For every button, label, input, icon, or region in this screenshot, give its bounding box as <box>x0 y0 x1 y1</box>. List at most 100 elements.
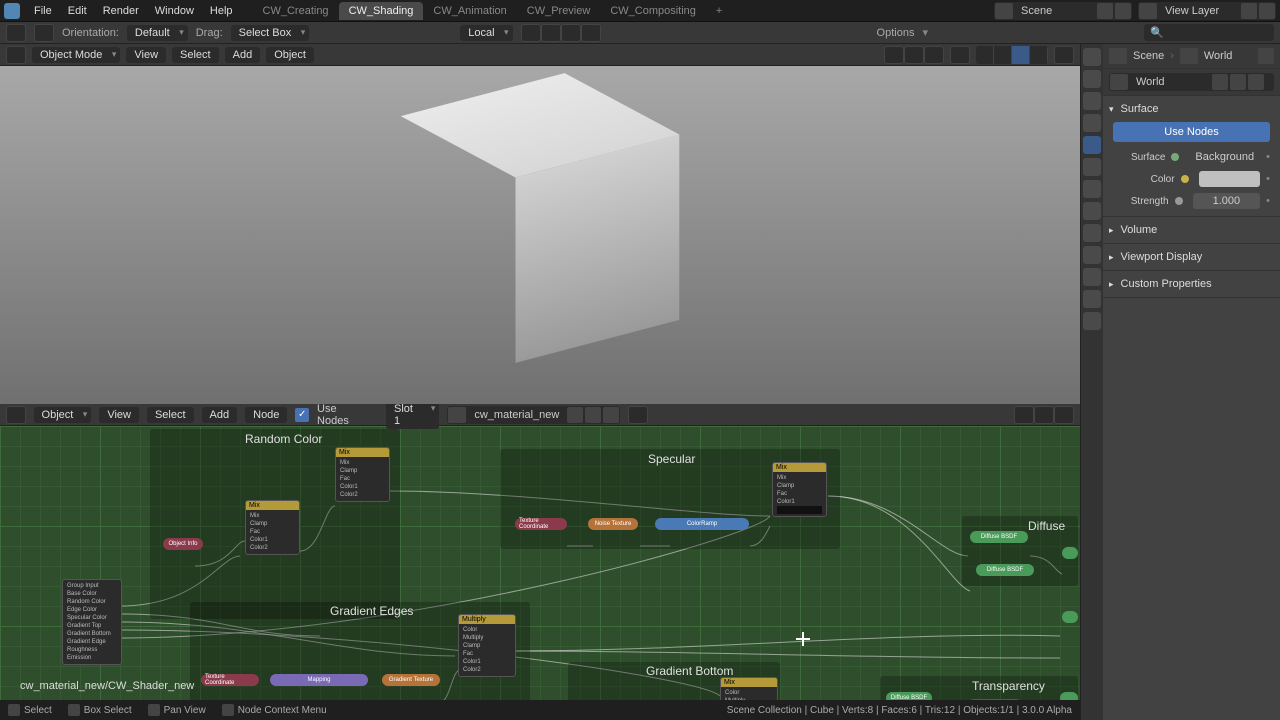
options-label[interactable]: Options <box>877 27 915 39</box>
node-add-shader[interactable] <box>1062 547 1078 559</box>
node-type-dropdown[interactable]: Object <box>34 407 92 423</box>
node-gradient-texture[interactable]: Gradient Texture <box>382 674 440 686</box>
snap-button[interactable] <box>521 24 541 42</box>
node-noise-texture[interactable]: Noise Texture <box>588 518 638 530</box>
editor-type-icon[interactable] <box>6 46 26 64</box>
tab-constraints-icon[interactable] <box>1083 246 1101 264</box>
scene-name[interactable]: Scene <box>1015 3 1095 19</box>
node-add-shader-2[interactable] <box>1062 611 1078 623</box>
shade-material-icon[interactable] <box>1012 46 1030 64</box>
custom-properties-panel-header[interactable]: Custom Properties <box>1109 275 1274 293</box>
node-mix-1[interactable]: Mix Mix Clamp Fac Color1 Color2 <box>335 447 390 502</box>
node-object-info[interactable]: Object Info <box>163 538 203 550</box>
world-breadcrumb[interactable]: World <box>1204 50 1233 62</box>
tab-viewlayer-icon[interactable] <box>1083 92 1101 110</box>
parent-tree-icon[interactable] <box>1014 406 1034 424</box>
volume-panel-header[interactable]: Volume <box>1109 221 1274 239</box>
material-copy-button[interactable] <box>585 407 601 423</box>
node-editor-type-icon[interactable] <box>6 406 26 424</box>
mode-dropdown[interactable]: Object Mode <box>32 47 120 63</box>
pin-props-icon[interactable] <box>1258 48 1274 64</box>
menu-render[interactable]: Render <box>95 5 147 17</box>
shading-mode[interactable] <box>976 46 1048 64</box>
color-socket-icon[interactable] <box>1181 175 1189 183</box>
surface-panel-header[interactable]: Surface <box>1109 100 1274 118</box>
node-diffuse-bsdf-2[interactable]: Diffuse BSDF <box>976 564 1034 576</box>
strength-menu-icon[interactable]: • <box>1266 195 1270 207</box>
scene-new-button[interactable] <box>1097 3 1113 19</box>
tab-texture-icon[interactable] <box>1083 312 1101 330</box>
snap-target-button[interactable] <box>541 24 561 42</box>
viewlayer-name[interactable]: View Layer <box>1159 3 1239 19</box>
node-diffuse-bsdf-1[interactable]: Diffuse BSDF <box>970 531 1028 543</box>
use-nodes-checkbox[interactable]: ✓ <box>295 408 309 422</box>
material-new-button[interactable] <box>567 407 583 423</box>
use-nodes-button[interactable]: Use Nodes <box>1113 122 1270 142</box>
node-texcoord-edges[interactable]: Texture Coordinate <box>201 674 259 686</box>
pin-icon[interactable] <box>628 406 648 424</box>
menu-edit[interactable]: Edit <box>60 5 95 17</box>
tab-output-icon[interactable] <box>1083 70 1101 88</box>
node-mix-2[interactable]: Mix Mix Clamp Fac Color1 Color2 <box>245 500 300 555</box>
tab-preview[interactable]: CW_Preview <box>517 2 601 20</box>
tab-render-icon[interactable] <box>1083 48 1101 66</box>
shading-options-icon[interactable] <box>1054 46 1074 64</box>
surface-value[interactable]: Background <box>1189 149 1260 165</box>
viewlayer-new-button[interactable] <box>1241 3 1257 19</box>
node-group-input[interactable]: Group Input Base Color Random Color Edge… <box>62 579 122 665</box>
tab-material-icon[interactable] <box>1083 290 1101 308</box>
node-multiply[interactable]: Multiply Color Multiply Clamp Fac Color1… <box>458 614 516 677</box>
world-unlink-button[interactable] <box>1248 74 1264 90</box>
search-field[interactable]: 🔍 <box>1144 24 1274 41</box>
tab-add[interactable]: + <box>706 2 732 20</box>
node-mapping[interactable]: Mapping <box>270 674 368 686</box>
menu-window[interactable]: Window <box>147 5 202 17</box>
app-logo-icon[interactable] <box>4 3 20 19</box>
shade-rendered-icon[interactable] <box>1030 46 1048 64</box>
node-colorramp[interactable]: ColorRamp <box>655 518 749 530</box>
color-menu-icon[interactable]: • <box>1266 173 1270 185</box>
xray-button[interactable] <box>950 46 970 64</box>
tab-shading[interactable]: CW_Shading <box>339 2 424 20</box>
node-mix-spec[interactable]: Mix Mix Clamp Fac Color1 <box>772 462 827 517</box>
vp-menu-view[interactable]: View <box>126 47 166 63</box>
tab-modifiers-icon[interactable] <box>1083 180 1101 198</box>
scene-datablock[interactable]: Scene <box>994 2 1132 20</box>
node-overlay-icon[interactable] <box>1054 406 1074 424</box>
material-unlink-button[interactable] <box>603 407 619 423</box>
world-datablock[interactable]: World <box>1109 73 1274 91</box>
world-new-button[interactable] <box>1230 74 1246 90</box>
tab-particles-icon[interactable] <box>1083 202 1101 220</box>
viewlayer-delete-button[interactable] <box>1259 3 1275 19</box>
slot-dropdown[interactable]: Slot 1 <box>386 404 439 429</box>
shade-wire-icon[interactable] <box>976 46 994 64</box>
scene-delete-button[interactable] <box>1115 3 1131 19</box>
surface-socket-icon[interactable] <box>1171 153 1179 161</box>
move-tool-icon[interactable] <box>34 24 54 42</box>
ne-menu-view[interactable]: View <box>99 407 139 423</box>
overlay-icon[interactable] <box>924 46 944 64</box>
menu-help[interactable]: Help <box>202 5 241 17</box>
menu-file[interactable]: File <box>26 5 60 17</box>
orientation-dropdown[interactable]: Default <box>127 25 188 41</box>
scene-breadcrumb[interactable]: Scene <box>1133 50 1164 62</box>
color-swatch[interactable] <box>1199 171 1261 187</box>
tab-animation[interactable]: CW_Animation <box>423 2 516 20</box>
vp-menu-add[interactable]: Add <box>225 47 261 63</box>
vp-menu-select[interactable]: Select <box>172 47 219 63</box>
ne-menu-select[interactable]: Select <box>147 407 194 423</box>
ne-menu-node[interactable]: Node <box>245 407 287 423</box>
material-datablock[interactable]: cw_material_new <box>447 406 620 424</box>
world-copy-button[interactable] <box>1212 74 1228 90</box>
drag-dropdown[interactable]: Select Box <box>231 25 310 41</box>
node-editor[interactable]: Object View Select Add Node ✓ Use Nodes … <box>0 404 1080 720</box>
gizmo-icon[interactable] <box>904 46 924 64</box>
ne-menu-add[interactable]: Add <box>202 407 238 423</box>
node-texcoord-spec[interactable]: Texture Coordinate <box>515 518 567 530</box>
proportional-button[interactable] <box>561 24 581 42</box>
tab-scene-icon[interactable] <box>1083 114 1101 132</box>
strength-socket-icon[interactable] <box>1175 197 1183 205</box>
snap-node-icon[interactable] <box>1034 406 1054 424</box>
material-name[interactable]: cw_material_new <box>468 407 565 423</box>
tab-physics-icon[interactable] <box>1083 224 1101 242</box>
